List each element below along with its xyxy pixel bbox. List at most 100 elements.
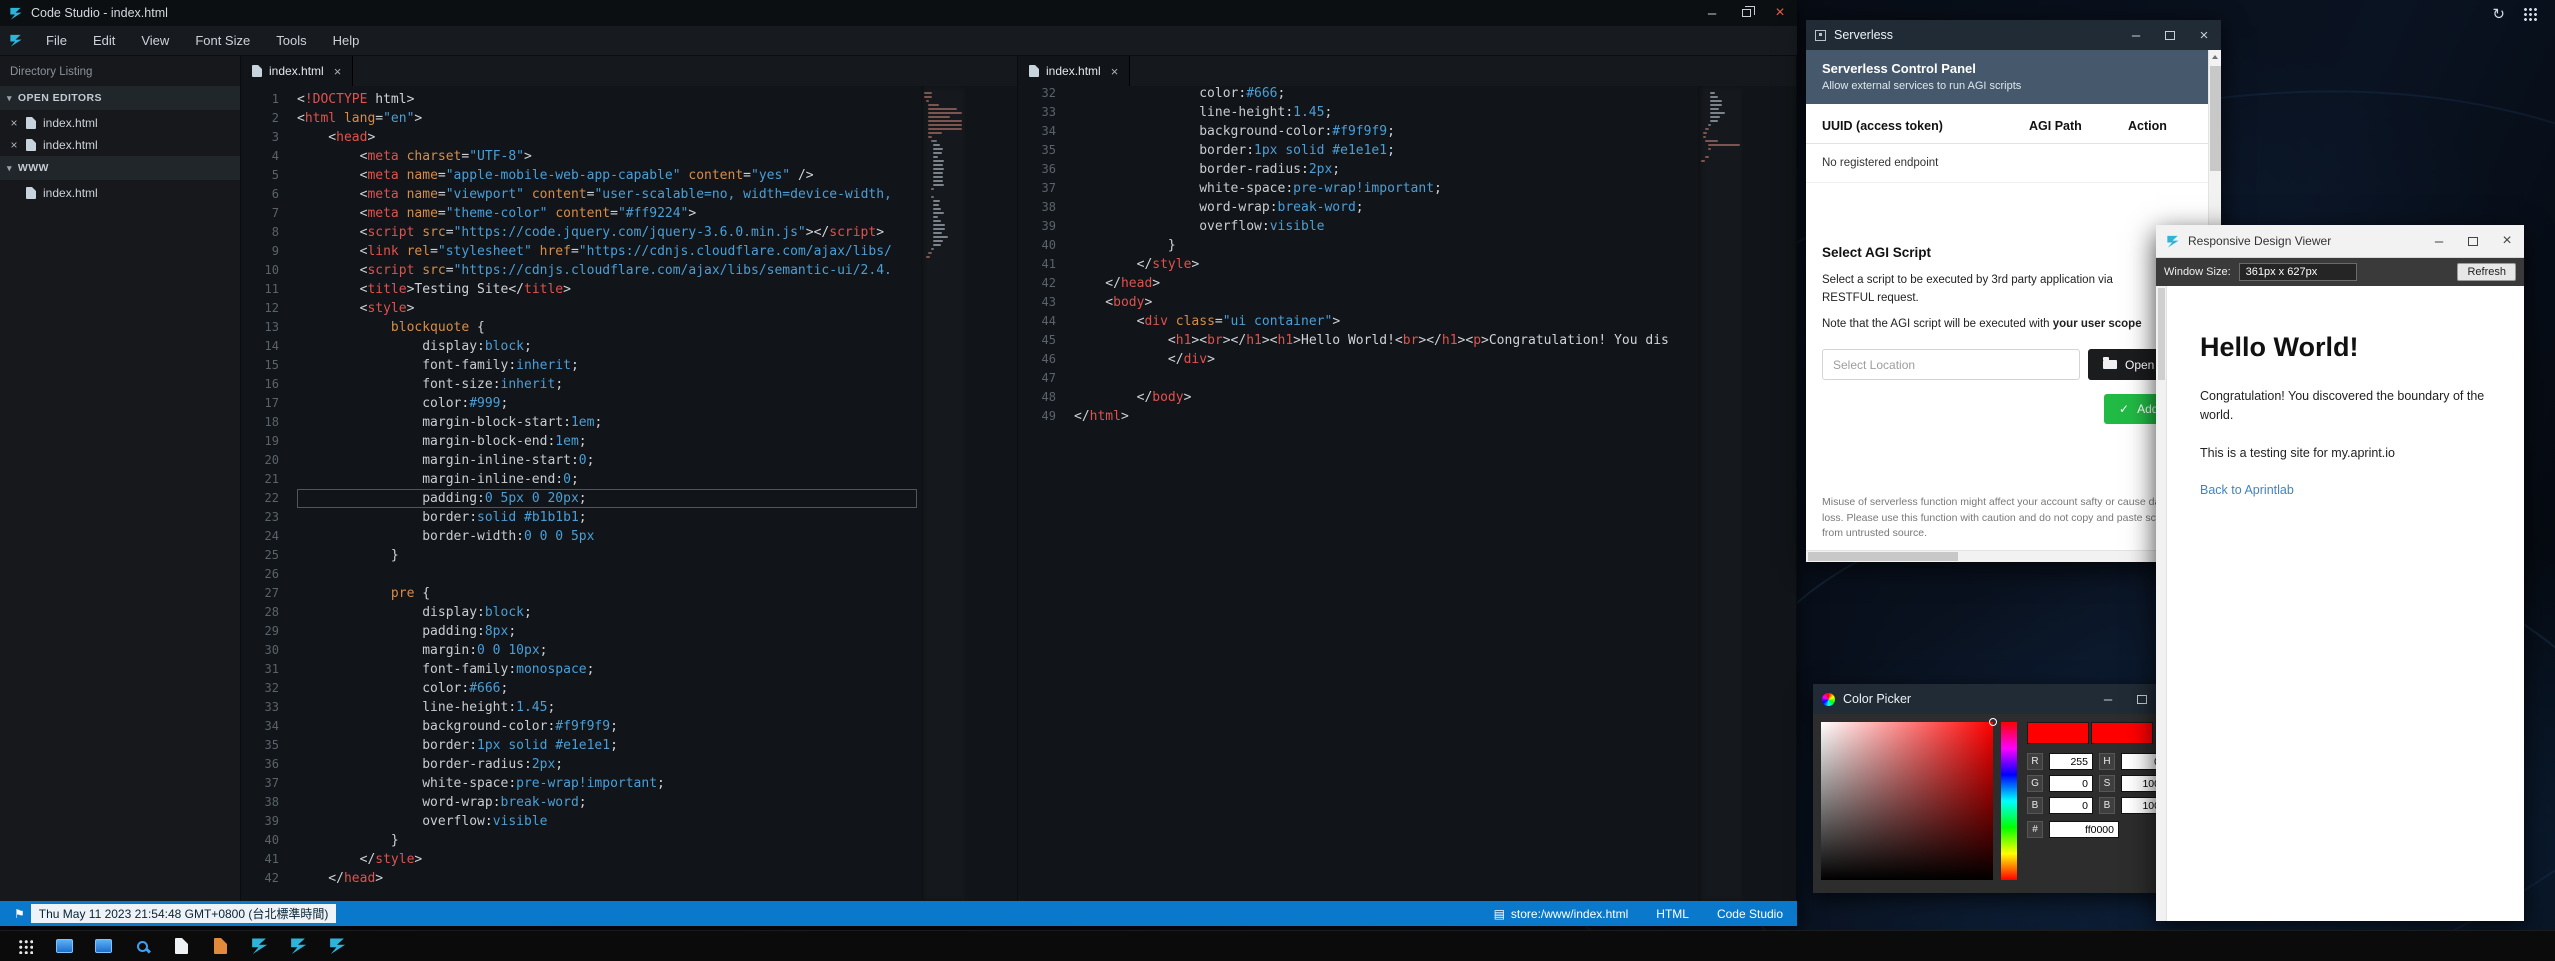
code-line[interactable]: </style> xyxy=(297,850,921,869)
code-line[interactable]: padding:8px; xyxy=(297,622,921,641)
tab-index-html[interactable]: index.html × xyxy=(241,56,353,86)
current-color-swatch[interactable] xyxy=(2027,722,2089,744)
files-app[interactable] xyxy=(166,933,196,960)
file-path-status[interactable]: store:/www/index.html xyxy=(1511,907,1628,921)
close-button[interactable]: × xyxy=(2187,20,2221,50)
channel-value-g[interactable]: 0 xyxy=(2049,775,2093,792)
scrollbar-thumb[interactable] xyxy=(1808,552,1958,561)
language-mode-status[interactable]: HTML xyxy=(1656,907,1689,921)
agi-location-input[interactable] xyxy=(1822,349,2080,380)
channel-value-r[interactable]: 255 xyxy=(2049,753,2093,770)
code-line[interactable]: padding:0 5px 0 20px; xyxy=(297,489,921,508)
color-picker-title-bar[interactable]: Color Picker – × xyxy=(1813,684,2193,714)
page-scrollbar[interactable] xyxy=(2156,286,2167,921)
code-line[interactable]: margin-block-start:1em; xyxy=(297,413,921,432)
viewer-title-bar[interactable]: Responsive Design Viewer – × xyxy=(2156,225,2524,258)
desktop-refresh-icon[interactable]: ↻ xyxy=(2492,5,2505,23)
code-line[interactable]: </head> xyxy=(1074,274,1698,293)
menu-edit[interactable]: Edit xyxy=(80,26,128,56)
code-studio-instance-3[interactable] xyxy=(322,933,352,960)
code-studio-instance-1[interactable] xyxy=(244,933,274,960)
hex-value-input[interactable]: ff0000 xyxy=(2049,821,2119,838)
menu-tools[interactable]: Tools xyxy=(263,26,319,56)
menu-view[interactable]: View xyxy=(128,26,182,56)
code-line[interactable]: margin-inline-end:0; xyxy=(297,470,921,489)
maximize-button[interactable] xyxy=(2125,684,2159,714)
close-editor-icon[interactable]: × xyxy=(9,116,19,130)
code-line[interactable]: background-color:#f9f9f9; xyxy=(297,717,921,736)
code-line[interactable]: <meta name="viewport" content="user-scal… xyxy=(297,185,921,204)
code-line[interactable]: white-space:pre-wrap!important; xyxy=(1074,179,1698,198)
code-line[interactable]: color:#666; xyxy=(297,679,921,698)
code-line[interactable]: <meta charset="UTF-8"> xyxy=(297,147,921,166)
hue-slider[interactable] xyxy=(2001,722,2017,880)
serverless-title-bar[interactable]: Serverless – × xyxy=(1806,20,2221,50)
code-line[interactable]: overflow:visible xyxy=(1074,217,1698,236)
code-line[interactable]: } xyxy=(297,831,921,850)
sidebar-section-open-editors[interactable]: ▾OPEN EDITORS xyxy=(0,86,240,110)
code-line[interactable]: <h1><br></h1><h1>Hello World!<br></h1><p… xyxy=(1074,331,1698,350)
editor-scroll-area[interactable] xyxy=(965,86,1017,901)
minimize-button[interactable]: – xyxy=(2119,20,2153,50)
title-bar[interactable]: Code Studio - index.html – × xyxy=(0,0,1797,26)
close-button[interactable]: × xyxy=(2490,225,2524,257)
code-line[interactable]: font-family:monospace; xyxy=(297,660,921,679)
code-line[interactable]: <body> xyxy=(1074,293,1698,312)
tab-close-icon[interactable]: × xyxy=(1111,64,1119,79)
code-line[interactable]: </body> xyxy=(1074,388,1698,407)
channel-value-b[interactable]: 0 xyxy=(2049,797,2093,814)
restore-button[interactable] xyxy=(1729,0,1763,26)
code-line[interactable]: } xyxy=(1074,236,1698,255)
menu-help[interactable]: Help xyxy=(320,26,373,56)
code-line[interactable]: <html lang="en"> xyxy=(297,109,921,128)
code-line[interactable]: background-color:#f9f9f9; xyxy=(1074,122,1698,141)
maximize-button[interactable] xyxy=(2153,20,2187,50)
minimize-button[interactable]: – xyxy=(2091,684,2125,714)
code-line[interactable]: border:solid #b1b1b1; xyxy=(297,508,921,527)
code-line[interactable]: white-space:pre-wrap!important; xyxy=(297,774,921,793)
app-window-1[interactable] xyxy=(49,933,79,960)
code-line[interactable]: overflow:visible xyxy=(297,812,921,831)
editor-scroll-area[interactable] xyxy=(1742,86,1796,901)
code-line[interactable]: border:1px solid #e1e1e1; xyxy=(297,736,921,755)
code-line[interactable]: <style> xyxy=(297,299,921,318)
start-menu-button[interactable] xyxy=(10,933,40,960)
code-line[interactable]: display:block; xyxy=(297,603,921,622)
horizontal-scrollbar[interactable] xyxy=(1806,550,2208,562)
code-line[interactable]: display:block; xyxy=(297,337,921,356)
code-line[interactable]: font-size:inherit; xyxy=(297,375,921,394)
code-line[interactable]: <div class="ui container"> xyxy=(1074,312,1698,331)
code-line[interactable]: <!DOCTYPE html> xyxy=(297,90,921,109)
code-line[interactable]: <script src="https://code.jquery.com/jqu… xyxy=(297,223,921,242)
code-line[interactable]: border-radius:2px; xyxy=(297,755,921,774)
saturation-brightness-field[interactable] xyxy=(1821,722,1993,880)
menu-file[interactable]: File xyxy=(33,26,80,56)
previous-color-swatch[interactable] xyxy=(2091,722,2153,744)
app-window-2[interactable] xyxy=(88,933,118,960)
close-button[interactable]: × xyxy=(1763,0,1797,26)
editor-app[interactable] xyxy=(205,933,235,960)
code-line[interactable]: </head> xyxy=(297,869,921,888)
minimize-button[interactable]: – xyxy=(1695,0,1729,26)
code-line[interactable]: border-radius:2px; xyxy=(1074,160,1698,179)
maximize-button[interactable] xyxy=(2456,225,2490,257)
clock-status[interactable]: Thu May 11 2023 21:54:48 GMT+0800 (台北標準時… xyxy=(31,904,337,923)
code-studio-instance-2[interactable] xyxy=(283,933,313,960)
code-line[interactable]: color:#666; xyxy=(1074,84,1698,103)
code-area[interactable]: color:#666; line-height:1.45; background… xyxy=(1074,80,1698,901)
code-line[interactable]: margin-block-end:1em; xyxy=(297,432,921,451)
code-line[interactable]: </style> xyxy=(1074,255,1698,274)
code-line[interactable]: blockquote { xyxy=(297,318,921,337)
sidebar-item-index.html[interactable]: ×index.html xyxy=(0,112,240,134)
color-cursor[interactable] xyxy=(1989,718,1997,726)
code-line[interactable]: <link rel="stylesheet" href="https://cdn… xyxy=(297,242,921,261)
menu-font-size[interactable]: Font Size xyxy=(182,26,263,56)
code-line[interactable]: word-wrap:break-word; xyxy=(1074,198,1698,217)
scrollbar-thumb[interactable] xyxy=(2158,288,2165,380)
search-app[interactable] xyxy=(127,933,157,960)
code-line[interactable]: line-height:1.45; xyxy=(297,698,921,717)
desktop-apps-grid-icon[interactable] xyxy=(2523,7,2537,21)
code-line[interactable]: border:1px solid #e1e1e1; xyxy=(1074,141,1698,160)
minimize-button[interactable]: – xyxy=(2422,225,2456,257)
close-editor-icon[interactable]: × xyxy=(9,138,19,152)
